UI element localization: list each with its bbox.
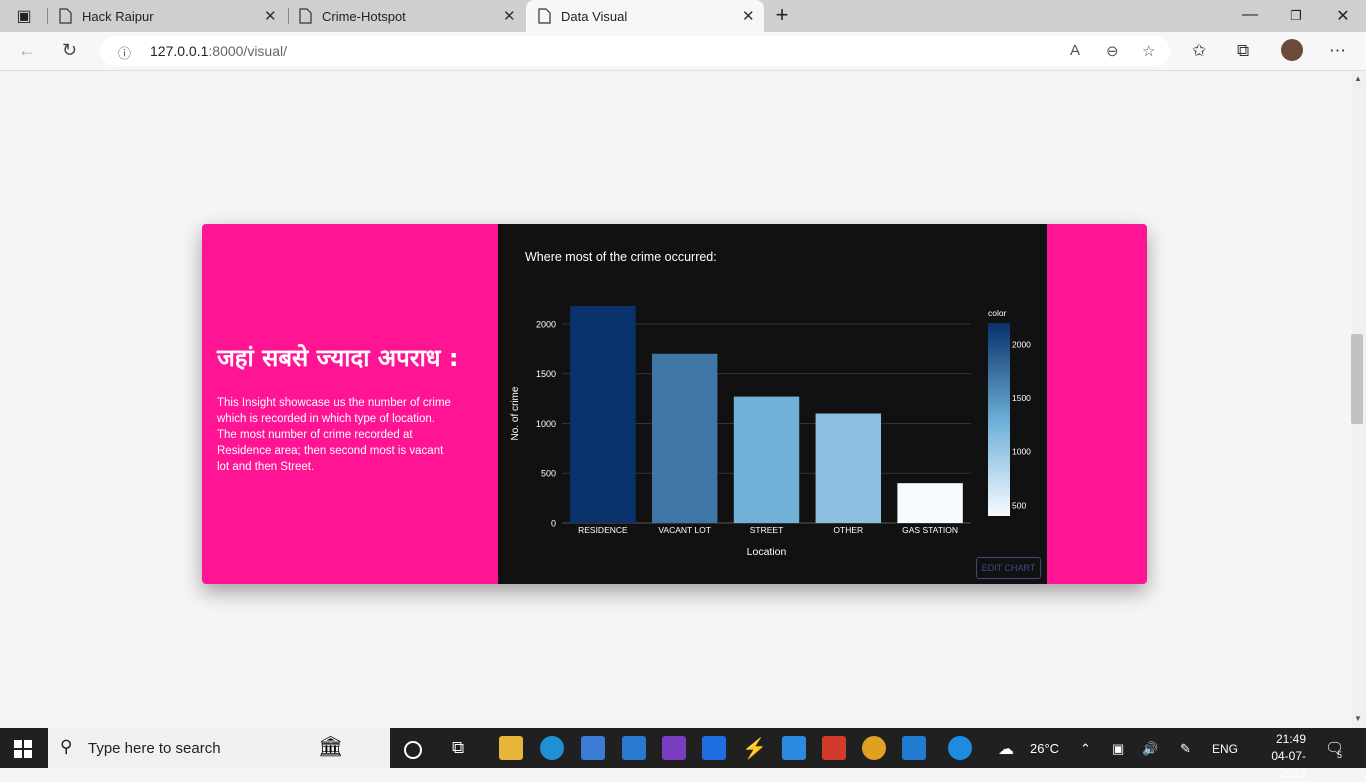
tab-separator [288,8,289,24]
colorbar-tick-label: 1000 [1012,447,1031,457]
tab-hack-raipur[interactable]: Hack Raipur ✕ [58,0,286,32]
language-indicator[interactable]: ENG [1212,742,1238,756]
more-menu-icon[interactable]: ⋯ [1329,41,1346,61]
bar-chart: Where most of the crime occurred: 0 500 100… [510,250,1031,558]
refresh-icon[interactable]: ↻ [62,40,77,61]
file-explorer-icon[interactable] [499,736,523,760]
url-path: :8000/visual/ [208,43,287,59]
zoom-icon[interactable]: ⊖ [1106,42,1119,60]
read-aloud-icon[interactable]: A [1070,42,1080,59]
tab-title: Data Visual [561,8,628,24]
scroll-up-icon[interactable]: ▲ [1354,74,1362,83]
tab-bar: ▣ Hack Raipur ✕ Crime-Hotspot ✕ Data Vis… [0,0,1366,32]
x-tick-label: RESIDENCE [578,525,628,535]
close-window-icon[interactable]: ✕ [1333,6,1353,26]
x-tick-label: OTHER [833,525,863,535]
tab-close-icon[interactable]: ✕ [742,7,755,25]
weather-temp[interactable]: 26°C [1030,741,1059,756]
edit-chart-button[interactable]: EDIT CHART [976,557,1041,579]
clock-date: 04-07-2022 [1271,749,1306,780]
bar-other [815,413,882,523]
tab-crime-hotspot[interactable]: Crime-Hotspot ✕ [298,0,526,32]
mail-icon[interactable] [622,736,646,760]
help-icon[interactable] [948,736,972,760]
scroll-down-icon[interactable]: ▼ [1354,714,1362,723]
x-tick-label: VACANT LOT [658,525,711,535]
colorbar-tick-label: 1500 [1012,393,1031,403]
x-tick-label: STREET [750,525,784,535]
colorbar-title: color [988,308,1007,318]
task-view-icon[interactable]: ⧉ [452,738,476,762]
url-host: 127.0.0.1 [150,43,209,59]
vscode-icon[interactable] [902,736,926,760]
volume-icon[interactable]: 🔊 [1142,741,1158,757]
windows-start-icon[interactable] [14,740,32,763]
colorbar [988,323,1010,516]
bar-street [733,396,800,523]
url-field[interactable]: ⓘ 127.0.0.1:8000/visual/ A ⊖ ☆ [100,36,1170,66]
y-tick-label: 2000 [536,319,556,329]
x-axis-label: Location [747,546,787,558]
app-grid-icon[interactable] [822,736,846,760]
weather-icon[interactable]: ☁ [998,739,1014,759]
colorbar-tick-label: 2000 [1012,339,1031,349]
avatar[interactable] [1281,39,1303,61]
y-tick-label: 1500 [536,369,556,379]
clock-time: 21:49 [1275,732,1306,746]
minimize-icon[interactable]: — [1240,6,1260,24]
pen-icon[interactable]: ✎ [1180,741,1191,757]
page-icon [537,8,551,24]
tab-close-icon[interactable]: ✕ [503,7,516,25]
scrollbar-thumb[interactable] [1351,334,1363,424]
y-axis-label: No. of crime [510,386,521,440]
favorites-icon[interactable]: ✩ [1192,41,1206,61]
page-icon [298,8,312,24]
chrome-icon[interactable] [862,736,886,760]
tab-actions-icon[interactable]: ▣ [14,6,34,26]
add-favorite-icon[interactable]: ☆ [1142,42,1155,60]
chart-panel: Where most of the crime occurred: 0 500 100… [498,224,1047,584]
store-icon[interactable] [581,736,605,760]
page-icon [58,8,72,24]
y-tick-label: 500 [541,469,556,479]
bar-vacant-lot [651,353,718,523]
bar-gas-station [897,483,963,523]
bar-residence [570,305,636,523]
tab-separator [47,8,48,24]
search-icon: ⚲ [60,737,73,756]
collections-icon[interactable]: ⧉ [1237,41,1249,61]
taskbar-search[interactable]: ⚲ Type here to search 🏛 [48,728,390,768]
y-tick-label: 1000 [536,419,556,429]
tab-title: Hack Raipur [82,8,154,24]
clock[interactable]: 21:49 04-07-2022 [1250,731,1306,782]
restore-icon[interactable]: ❐ [1286,8,1306,24]
x-tick-label: GAS STATION [902,525,958,535]
tab-title: Crime-Hotspot [322,8,406,24]
cortana-icon[interactable] [404,741,422,759]
tab-close-icon[interactable]: ✕ [264,7,277,25]
dropbox-icon[interactable] [702,736,726,760]
notification-count: 5 [1337,750,1343,760]
tab-data-visual[interactable]: Data Visual ✕ [526,0,764,32]
insight-description: This Insight showcase us the number of c… [217,397,451,473]
edge-icon[interactable] [540,736,564,760]
y-tick-label: 0 [551,519,556,529]
info-icon[interactable]: ⓘ [118,43,131,62]
todo-icon[interactable] [782,736,806,760]
onenote-icon[interactable] [662,736,686,760]
insight-heading: जहां सबसे ज्यादा अपराध : [217,344,459,372]
back-icon[interactable]: ← [18,40,36,61]
search-highlight-icon: 🏛 [318,736,344,758]
chart-title: Where most of the crime occurred: [525,250,717,264]
new-tab-icon[interactable]: + [772,2,792,28]
app-icon[interactable]: ⚡ [742,736,767,760]
tray-chevron-icon[interactable]: ⌃ [1080,741,1091,757]
url-text: 127.0.0.1:8000/visual/ [150,43,287,59]
search-placeholder: Type here to search [88,740,221,757]
colorbar-tick-label: 500 [1012,500,1026,510]
address-bar: ← ↻ ⓘ 127.0.0.1:8000/visual/ A ⊖ ☆ ✩ ⧉ ⋯ [0,32,1366,71]
meet-icon[interactable]: ▣ [1112,741,1124,757]
